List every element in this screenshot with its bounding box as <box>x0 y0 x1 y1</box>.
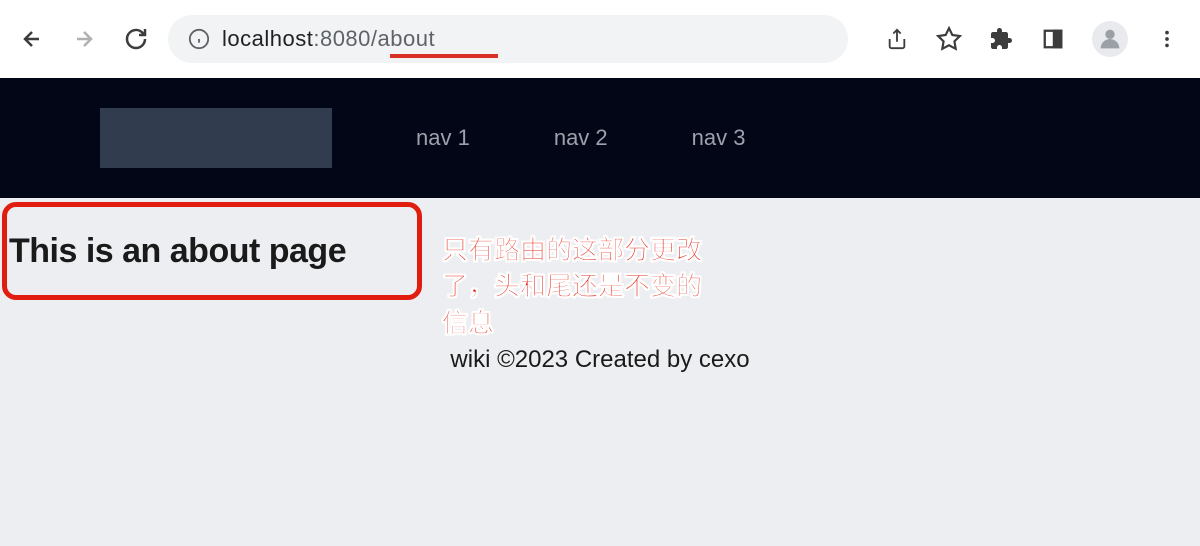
logo-placeholder <box>100 108 332 168</box>
forward-button[interactable] <box>72 27 96 51</box>
url-underline-annotation <box>390 54 498 58</box>
nav-item-1[interactable]: nav 1 <box>416 125 470 151</box>
url-host: localhost <box>222 26 313 51</box>
url-display: localhost:8080/about <box>222 26 435 52</box>
url-path: /about <box>371 26 435 51</box>
annotation-line-2: 了，头和尾还是不变的 <box>442 268 702 304</box>
back-button[interactable] <box>20 27 44 51</box>
page-heading: This is an about page <box>9 232 346 271</box>
annotation-line-1: 只有路由的这部分更改 <box>442 232 702 268</box>
address-bar[interactable]: localhost:8080/about <box>168 15 848 63</box>
page-header: nav 1 nav 2 nav 3 <box>0 78 1200 198</box>
url-port: :8080 <box>313 26 371 51</box>
share-icon[interactable] <box>884 26 910 52</box>
toolbar-right <box>884 21 1180 57</box>
extensions-icon[interactable] <box>988 26 1014 52</box>
reload-button[interactable] <box>124 27 148 51</box>
site-info-icon[interactable] <box>188 28 210 50</box>
nav-item-2[interactable]: nav 2 <box>554 125 608 151</box>
profile-avatar[interactable] <box>1092 21 1128 57</box>
footer-text: wiki ©2023 Created by cexo <box>0 346 1200 374</box>
content-highlight-box: This is an about page <box>2 202 422 300</box>
menu-dots-icon[interactable] <box>1154 26 1180 52</box>
page-body: This is an about page 只有路由的这部分更改 了，头和尾还是… <box>0 198 1200 546</box>
annotation-text: 只有路由的这部分更改 了，头和尾还是不变的 信息 <box>442 232 702 341</box>
nav-controls <box>20 27 148 51</box>
panel-icon[interactable] <box>1040 26 1066 52</box>
nav-item-3[interactable]: nav 3 <box>692 125 746 151</box>
annotation-line-3: 信息 <box>442 305 702 341</box>
browser-toolbar: localhost:8080/about <box>0 0 1200 78</box>
bookmark-star-icon[interactable] <box>936 26 962 52</box>
